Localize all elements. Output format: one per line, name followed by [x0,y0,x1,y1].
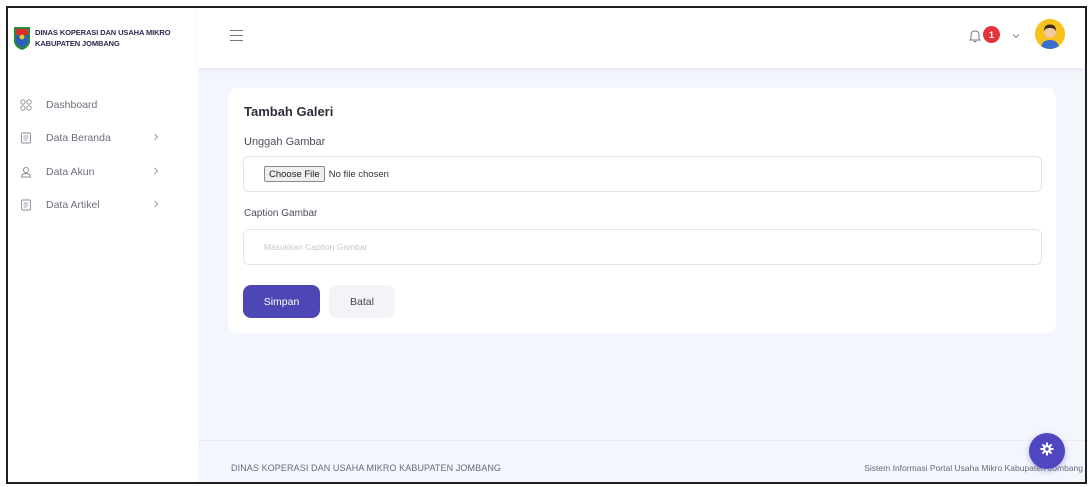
file-input[interactable]: Choose File No file chosen [243,156,1042,192]
chevron-right-icon [152,166,160,176]
brand-line-1: DINAS KOPERASI DAN USAHA MIKRO [35,28,171,37]
avatar[interactable] [1035,19,1065,49]
sidebar-item-data-artikel[interactable]: Data Artikel [20,195,159,215]
brand-name: DINAS KOPERASI DAN USAHA MIKRO KABUPATEN… [35,27,171,49]
chevron-right-icon [152,199,160,209]
topbar: 1 [198,8,1085,68]
user-icon [20,166,32,178]
app-window: DINAS KOPERASI DAN USAHA MIKRO KABUPATEN… [6,6,1087,484]
chevron-down-icon[interactable] [1011,28,1021,39]
save-button[interactable]: Simpan [243,285,320,318]
form-card: Tambah Galeri Unggah Gambar Choose File … [228,88,1056,333]
settings-button[interactable] [1029,433,1065,469]
notification-badge[interactable]: 1 [983,26,1000,43]
brand[interactable]: DINAS KOPERASI DAN USAHA MIKRO KABUPATEN… [8,8,198,68]
bell-icon[interactable] [968,29,982,43]
document-icon [20,199,32,211]
brand-line-2: KABUPATEN JOMBANG [35,39,120,48]
sidebar-item-data-beranda[interactable]: Data Beranda [20,128,159,148]
cancel-button[interactable]: Batal [329,285,395,318]
logo-icon [12,25,32,51]
document-icon [20,132,32,144]
file-status: No file chosen [328,168,389,180]
gear-icon [1040,442,1054,461]
page-title: Tambah Galeri [244,104,334,119]
sidebar-item-data-akun[interactable]: Data Akun [20,162,159,182]
sidebar-item-dashboard[interactable]: Dashboard [20,95,97,115]
sidebar-item-label: Data Akun [46,166,95,178]
sidebar: Dashboard Data Beranda Data Akun Data Ar… [8,68,198,482]
grid-icon [20,99,32,111]
chevron-right-icon [152,132,160,142]
hamburger-icon[interactable] [230,30,243,42]
footer-divider [198,440,1085,441]
caption-label: Caption Gambar [244,208,318,219]
sidebar-item-label: Dashboard [46,99,98,111]
upload-label: Unggah Gambar [244,136,326,148]
sidebar-item-label: Data Artikel [46,199,100,211]
sidebar-item-label: Data Beranda [46,132,111,144]
choose-file-button[interactable]: Choose File [264,166,325,182]
footer-left-text: DINAS KOPERASI DAN USAHA MIKRO KABUPATEN… [231,463,502,473]
caption-input[interactable] [243,229,1042,265]
